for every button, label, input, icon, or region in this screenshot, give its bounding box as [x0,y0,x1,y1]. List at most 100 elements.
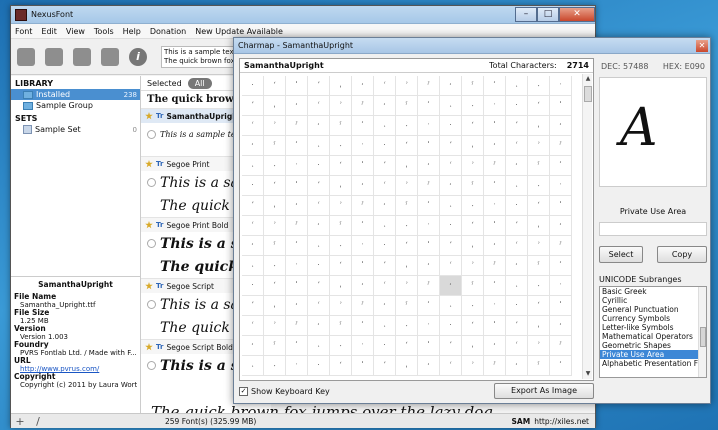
print-icon[interactable] [17,47,35,66]
grid-scrollbar[interactable]: ▲ ▼ [582,74,592,379]
glyph-cell[interactable]: ˔ [242,256,264,276]
glyph-cell[interactable]: ˌ [462,336,484,356]
glyph-cell[interactable]: ʼ [506,116,528,136]
glyph-cell[interactable]: ˈ [352,356,374,376]
glyph-cell[interactable]: ˁ [528,156,550,176]
glyph-cell[interactable]: ˀ [352,96,374,116]
glyph-cell[interactable]: ʻ [330,356,352,376]
glyph-cell[interactable]: ˀ [484,256,506,276]
glyph-cell[interactable]: ˕ [462,296,484,316]
glyph-cell[interactable]: · [242,176,264,196]
glyph-cell[interactable]: · [440,216,462,236]
glyph-cell[interactable]: ˈ [484,216,506,236]
glyph-cell[interactable]: ˒ [352,76,374,96]
glyph-cell[interactable]: ˒ [484,336,506,356]
glyph-cell[interactable]: ʻ [264,176,286,196]
glyph-cell[interactable]: ˓ [242,236,264,256]
glyph-cell[interactable]: ʹ [484,176,506,196]
glyph-cell[interactable]: ˑ [418,316,440,336]
glyph-cell[interactable]: ˀ [418,176,440,196]
close-button[interactable]: ✕ [559,6,595,22]
glyph-cell[interactable]: ˌ [264,196,286,216]
glyph-cell[interactable]: ˕ [330,136,352,156]
glyph-cell[interactable]: ʾ [396,276,418,296]
glyph-cell[interactable]: ʿ [506,336,528,356]
glyph-cell[interactable]: ˔ [440,196,462,216]
glyph-cell[interactable]: ˓ [440,276,462,296]
glyph-cell[interactable]: ˔ [440,296,462,316]
subrange-item[interactable]: Currency Symbols [600,314,706,323]
select-radio[interactable] [147,178,156,187]
subrange-item[interactable]: Letter-like Symbols [600,323,706,332]
glyph-cell[interactable]: ˕ [264,356,286,376]
glyph-cell[interactable]: ʾ [330,196,352,216]
glyph-cell[interactable]: ˈ [286,176,308,196]
glyph-cell[interactable]: ˑ [484,196,506,216]
glyph-cell[interactable]: ˔ [374,216,396,236]
glyph-cell[interactable]: ˈ [550,96,572,116]
star-icon[interactable] [145,343,153,351]
glyph-cell[interactable]: ʹ [352,116,374,136]
compare-icon[interactable] [73,47,91,66]
glyph-cell[interactable]: ʻ [462,216,484,236]
glyph-cell[interactable]: ˈ [484,116,506,136]
menu-view[interactable]: View [66,27,85,36]
filter-all[interactable]: All [187,77,212,89]
menu-donation[interactable]: Donation [150,27,186,36]
glyph-cell[interactable]: ʾ [396,76,418,96]
glyph-cell[interactable]: ˑ [484,296,506,316]
glyph-cell[interactable]: ˌ [330,76,352,96]
glyph-cell[interactable]: ˓ [242,336,264,356]
keyboard-key-checkbox[interactable]: ✓ [239,386,248,396]
glyph-cell[interactable]: · [308,256,330,276]
subrange-item-selected[interactable]: Private Use Area [600,350,706,359]
subrange-item[interactable]: Basic Greek [600,287,706,296]
glyph-cell[interactable]: ʿ [374,276,396,296]
select-radio[interactable] [147,130,156,139]
maximize-button[interactable]: □ [537,6,559,22]
font-view-icon[interactable] [45,47,63,66]
glyph-cell[interactable]: · [374,236,396,256]
glyph-cell[interactable]: ˕ [396,216,418,236]
glyph-cell[interactable]: ˀ [418,76,440,96]
glyph-cell[interactable]: ʼ [242,96,264,116]
export-image-button[interactable]: Export As Image [494,383,594,399]
glyph-cell[interactable]: ʹ [418,296,440,316]
glyph-cell[interactable]: ˁ [396,96,418,116]
glyph-cell[interactable]: ˀ [418,276,440,296]
copy-button[interactable]: Copy [657,246,707,263]
subrange-item[interactable]: General Punctuation [600,305,706,314]
glyph-cell[interactable]: ˀ [550,336,572,356]
glyph-cell[interactable]: ˔ [506,176,528,196]
glyph-cell[interactable]: ʻ [528,96,550,116]
menu-new-update[interactable]: New Update Available [195,27,283,36]
glyph-cell[interactable]: ʻ [528,296,550,316]
glyph-cell[interactable]: ˓ [506,356,528,376]
glyph-cell[interactable]: ʹ [286,236,308,256]
menu-tools[interactable]: Tools [94,27,114,36]
charmap-icon[interactable] [101,47,119,66]
glyph-cell[interactable]: ʾ [264,216,286,236]
glyph-cell[interactable]: · [506,296,528,316]
glyph-cell[interactable]: ʹ [352,216,374,236]
glyph-cell[interactable]: ˓ [440,76,462,96]
glyph-cell[interactable]: ˒ [550,216,572,236]
glyph-cell[interactable]: ˁ [396,296,418,316]
glyph-cell[interactable]: ˀ [550,136,572,156]
glyph-cell[interactable]: ʾ [528,236,550,256]
glyph-cell[interactable]: ʻ [462,316,484,336]
glyph-cell[interactable]: ˑ [418,116,440,136]
glyph-cell[interactable]: ˒ [550,316,572,336]
glyph-cell[interactable]: ˕ [330,236,352,256]
glyph-cell[interactable]: ˓ [308,216,330,236]
website-link[interactable]: http://xiles.net [534,417,589,426]
glyph-cell[interactable]: ˓ [374,96,396,116]
glyph-cell[interactable]: ˓ [242,136,264,156]
select-radio[interactable] [147,300,156,309]
glyph-cell[interactable]: ˔ [374,116,396,136]
glyph-cell[interactable]: ʿ [374,176,396,196]
glyph-cell[interactable]: ˌ [264,296,286,316]
glyph-cell[interactable]: ˕ [462,196,484,216]
glyph-cell[interactable]: ˕ [396,316,418,336]
glyph-cell[interactable]: ˒ [286,96,308,116]
